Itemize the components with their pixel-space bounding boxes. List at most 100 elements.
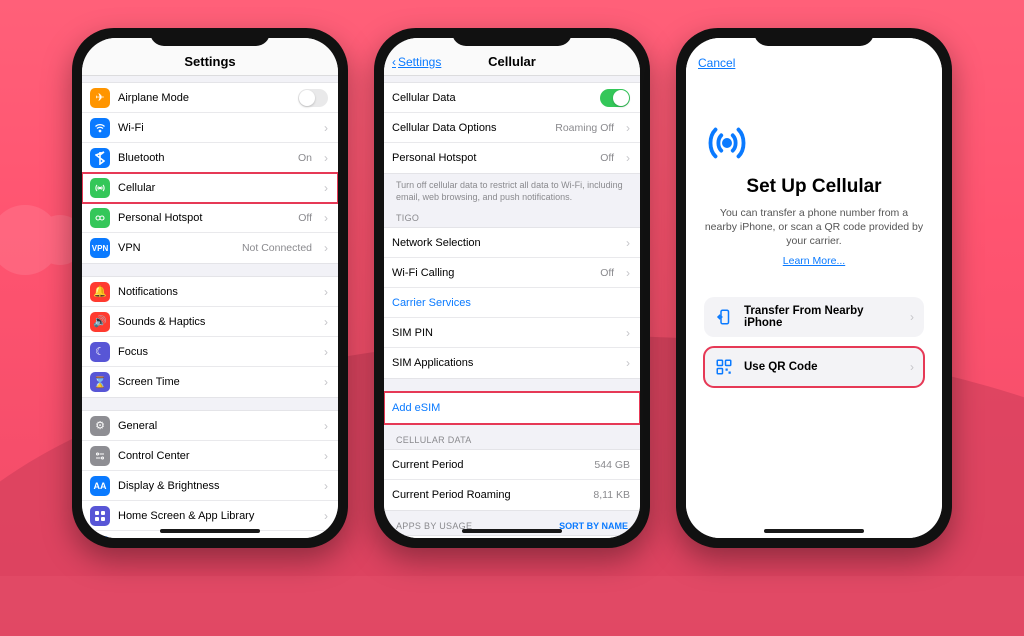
home-indicator[interactable] [160, 529, 260, 533]
chevron-right-icon: › [324, 509, 328, 523]
label: Control Center [118, 450, 312, 462]
label: Network Selection [392, 237, 614, 249]
label: Add eSIM [392, 402, 630, 414]
chevron-right-icon: › [324, 285, 328, 299]
label: Personal Hotspot [118, 212, 290, 224]
airplane-toggle[interactable] [298, 89, 328, 107]
setup-title: Set Up Cellular [704, 176, 924, 198]
chevron-right-icon: › [324, 449, 328, 463]
row-sim-pin[interactable]: SIM PIN› [384, 318, 640, 348]
page-title: Cellular [488, 54, 536, 69]
row-focus[interactable]: ☾ Focus › [82, 337, 338, 367]
label: Bluetooth [118, 152, 290, 164]
connectivity-section: ✈ Airplane Mode Wi-Fi › Bluetooth On › [82, 82, 338, 264]
row-current-roaming[interactable]: Current Period Roaming 8,11 KB [384, 480, 640, 510]
speaker-icon: 🔊 [90, 312, 110, 332]
chevron-right-icon: › [910, 310, 914, 324]
navbar: Cancel [686, 38, 942, 76]
option-label: Transfer From Nearby iPhone [744, 305, 896, 329]
value: Off [600, 152, 614, 164]
cellular-icon [90, 178, 110, 198]
chevron-right-icon: › [324, 345, 328, 359]
row-screen-time[interactable]: ⌛ Screen Time› [82, 367, 338, 397]
navbar: Settings [82, 38, 338, 76]
cellular-top-section: Cellular Data Cellular Data Options Roam… [384, 82, 640, 174]
apps-section: TikTok 214 GB Personal Hotspot 70,1 GB [384, 535, 640, 538]
option-transfer-nearby[interactable]: Transfer From Nearby iPhone › [704, 297, 924, 337]
label: Focus [118, 346, 312, 358]
row-hotspot[interactable]: Personal Hotspot Off › [82, 203, 338, 233]
gear-icon: ⚙ [90, 416, 110, 436]
home-indicator[interactable] [764, 529, 864, 533]
label: Wi-Fi Calling [392, 267, 592, 279]
cancel-button[interactable]: Cancel [698, 56, 735, 70]
bluetooth-icon [90, 148, 110, 168]
tigo-section: Network Selection› Wi-Fi Calling Off› Ca… [384, 227, 640, 379]
option-use-qr[interactable]: Use QR Code › [704, 347, 924, 387]
value: Off [298, 212, 312, 224]
row-general[interactable]: ⚙ General› [82, 411, 338, 441]
hourglass-icon: ⌛ [90, 372, 110, 392]
apps-header: APPS BY USAGE [396, 521, 472, 531]
label: Current Period Roaming [392, 489, 585, 501]
cellular-note: Turn off cellular data to restrict all d… [384, 174, 640, 203]
app-row-tiktok[interactable]: TikTok 214 GB [384, 536, 640, 538]
label: General [118, 420, 312, 432]
label: Display & Brightness [118, 480, 312, 492]
row-cellular-data[interactable]: Cellular Data [384, 83, 640, 113]
label: Wi-Fi [118, 122, 312, 134]
row-bluetooth[interactable]: Bluetooth On › [82, 143, 338, 173]
row-home-screen[interactable]: Home Screen & App Library› [82, 501, 338, 531]
chevron-right-icon: › [324, 315, 328, 329]
moon-icon: ☾ [90, 342, 110, 362]
label: Current Period [392, 459, 586, 471]
sort-button[interactable]: SORT BY NAME [559, 521, 628, 531]
row-network-selection[interactable]: Network Selection› [384, 228, 640, 258]
row-carrier-services[interactable]: Carrier Services [384, 288, 640, 318]
row-personal-hotspot[interactable]: Personal Hotspot Off › [384, 143, 640, 173]
alerts-section: 🔔 Notifications › 🔊 Sounds & Haptics› ☾ F… [82, 276, 338, 398]
chevron-right-icon: › [324, 181, 328, 195]
page-title: Settings [184, 54, 235, 69]
back-label: Settings [398, 55, 441, 69]
label: SIM Applications [392, 357, 614, 369]
row-cellular[interactable]: Cellular › [82, 173, 338, 203]
label: Carrier Services [392, 297, 630, 309]
accessibility-icon [90, 536, 110, 538]
label: Cellular [118, 182, 312, 194]
row-add-esim[interactable]: Add eSIM [384, 392, 640, 424]
chevron-right-icon: › [626, 151, 630, 165]
usage-section: Current Period 544 GB Current Period Roa… [384, 449, 640, 511]
back-button[interactable]: ‹ Settings [392, 55, 441, 69]
row-data-options[interactable]: Cellular Data Options Roaming Off › [384, 113, 640, 143]
hotspot-icon [90, 208, 110, 228]
bell-icon: 🔔 [90, 282, 110, 302]
label: Cellular Data [392, 92, 592, 104]
label: Screen Time [118, 376, 312, 388]
row-control-center[interactable]: Control Center › [82, 441, 338, 471]
phone-cellular: ‹ Settings Cellular Cellular Data Cellul… [374, 28, 650, 548]
row-current-period[interactable]: Current Period 544 GB [384, 450, 640, 480]
row-wifi-calling[interactable]: Wi-Fi Calling Off› [384, 258, 640, 288]
label: VPN [118, 242, 234, 254]
wifi-icon [90, 118, 110, 138]
phone-setup-cellular: Cancel Set Up Cellular You can transfer … [676, 28, 952, 548]
home-indicator[interactable] [462, 529, 562, 533]
label: Cellular Data Options [392, 122, 547, 134]
chevron-right-icon: › [324, 479, 328, 493]
row-notifications[interactable]: 🔔 Notifications › [82, 277, 338, 307]
row-sounds[interactable]: 🔊 Sounds & Haptics› [82, 307, 338, 337]
add-esim-section: Add eSIM [384, 391, 640, 425]
cellular-data-toggle[interactable] [600, 89, 630, 107]
learn-more-link[interactable]: Learn More... [704, 255, 924, 267]
row-display[interactable]: AA Display & Brightness› [82, 471, 338, 501]
transfer-icon [714, 308, 734, 326]
cellular-data-header: CELLULAR DATA [384, 425, 640, 449]
chevron-right-icon: › [626, 326, 630, 340]
row-sim-apps[interactable]: SIM Applications› [384, 348, 640, 378]
label: Notifications [118, 286, 312, 298]
row-airplane-mode[interactable]: ✈ Airplane Mode [82, 83, 338, 113]
row-vpn[interactable]: VPN VPN Not Connected › [82, 233, 338, 263]
row-wifi[interactable]: Wi-Fi › [82, 113, 338, 143]
value: 544 GB [594, 459, 630, 471]
